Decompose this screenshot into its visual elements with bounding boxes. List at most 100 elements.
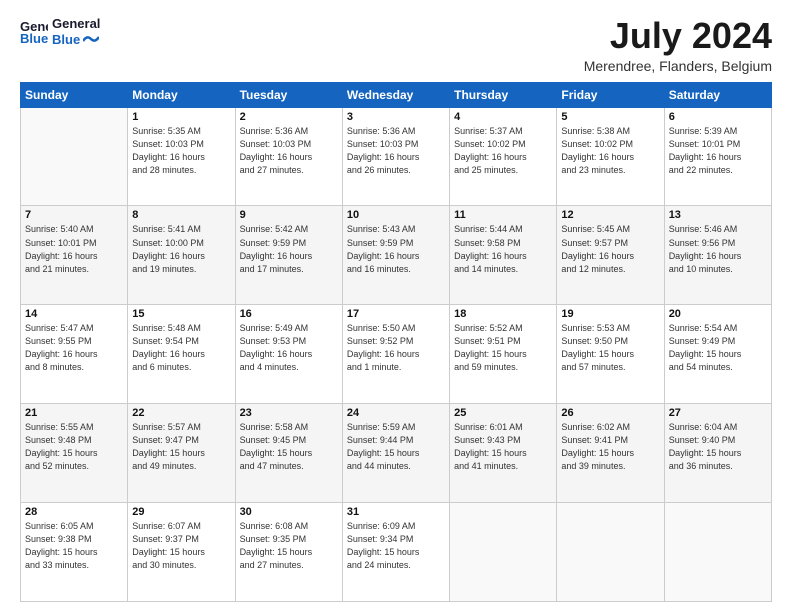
day-number: 14 — [25, 308, 123, 320]
day-number: 17 — [347, 308, 445, 320]
calendar-cell: 18 Sunrise: 5:52 AM Sunset: 9:51 PM Dayli… — [450, 305, 557, 404]
day-number: 28 — [25, 506, 123, 518]
day-info: Sunrise: 5:53 AM Sunset: 9:50 PM Dayligh… — [561, 322, 659, 374]
day-number: 13 — [669, 209, 767, 221]
day-info: Sunrise: 5:46 AM Sunset: 9:56 PM Dayligh… — [669, 223, 767, 275]
day-number: 6 — [669, 111, 767, 123]
calendar-cell — [557, 503, 664, 602]
day-number: 16 — [240, 308, 338, 320]
weekday-header: Wednesday — [342, 82, 449, 107]
calendar-week-row: 14 Sunrise: 5:47 AM Sunset: 9:55 PM Dayli… — [21, 305, 772, 404]
day-info: Sunrise: 5:57 AM Sunset: 9:47 PM Dayligh… — [132, 421, 230, 473]
calendar-cell: 20Sunrise: 5:54 AM Sunset: 9:49 PM Dayli… — [664, 305, 771, 404]
calendar-cell: 2 Sunrise: 5:36 AM Sunset: 10:03 PM Dayli… — [235, 107, 342, 206]
day-info: Sunrise: 5:47 AM Sunset: 9:55 PM Dayligh… — [25, 322, 123, 374]
calendar-cell: 24 Sunrise: 5:59 AM Sunset: 9:44 PM Dayli… — [342, 404, 449, 503]
day-info: Sunrise: 5:37 AM Sunset: 10:02 PM Daylig… — [454, 125, 552, 177]
calendar-cell: 17Sunrise: 5:50 AM Sunset: 9:52 PM Dayli… — [342, 305, 449, 404]
calendar-cell: 23Sunrise: 5:58 AM Sunset: 9:45 PM Dayli… — [235, 404, 342, 503]
title-block: July 2024 Merendree, Flanders, Belgium — [584, 16, 772, 74]
calendar-cell: 11Sunrise: 5:44 AM Sunset: 9:58 PM Dayli… — [450, 206, 557, 305]
day-number: 8 — [132, 209, 230, 221]
day-info: Sunrise: 6:04 AM Sunset: 9:40 PM Dayligh… — [669, 421, 767, 473]
calendar-week-row: 1 Sunrise: 5:35 AM Sunset: 10:03 PM Dayli… — [21, 107, 772, 206]
day-number: 31 — [347, 506, 445, 518]
day-number: 25 — [454, 407, 552, 419]
calendar-cell: 8 Sunrise: 5:41 AM Sunset: 10:00 PM Dayli… — [128, 206, 235, 305]
weekday-header: Tuesday — [235, 82, 342, 107]
day-info: Sunrise: 5:44 AM Sunset: 9:58 PM Dayligh… — [454, 223, 552, 275]
weekday-header: Friday — [557, 82, 664, 107]
day-info: Sunrise: 6:07 AM Sunset: 9:37 PM Dayligh… — [132, 520, 230, 572]
day-number: 3 — [347, 111, 445, 123]
calendar-cell: 6 Sunrise: 5:39 AM Sunset: 10:01 PM Dayli… — [664, 107, 771, 206]
calendar-cell: 4 Sunrise: 5:37 AM Sunset: 10:02 PM Dayli… — [450, 107, 557, 206]
day-number: 18 — [454, 308, 552, 320]
page: General Blue General Blue July 2024 Mere… — [0, 0, 792, 612]
calendar-cell: 26 Sunrise: 6:02 AM Sunset: 9:41 PM Dayli… — [557, 404, 664, 503]
day-info: Sunrise: 6:02 AM Sunset: 9:41 PM Dayligh… — [561, 421, 659, 473]
day-number: 4 — [454, 111, 552, 123]
calendar-cell: 21 Sunrise: 5:55 AM Sunset: 9:48 PM Dayli… — [21, 404, 128, 503]
logo-icon: General Blue — [20, 18, 48, 46]
day-number: 26 — [561, 407, 659, 419]
day-number: 30 — [240, 506, 338, 518]
day-number: 2 — [240, 111, 338, 123]
day-info: Sunrise: 5:41 AM Sunset: 10:00 PM Daylig… — [132, 223, 230, 275]
day-info: Sunrise: 5:49 AM Sunset: 9:53 PM Dayligh… — [240, 322, 338, 374]
day-number: 9 — [240, 209, 338, 221]
day-info: Sunrise: 5:35 AM Sunset: 10:03 PM Daylig… — [132, 125, 230, 177]
day-number: 27 — [669, 407, 767, 419]
day-number: 7 — [25, 209, 123, 221]
day-number: 12 — [561, 209, 659, 221]
calendar-cell — [450, 503, 557, 602]
day-number: 1 — [132, 111, 230, 123]
calendar-week-row: 7Sunrise: 5:40 AM Sunset: 10:01 PM Dayli… — [21, 206, 772, 305]
day-number: 10 — [347, 209, 445, 221]
calendar-week-row: 28 Sunrise: 6:05 AM Sunset: 9:38 PM Dayli… — [21, 503, 772, 602]
calendar-cell — [21, 107, 128, 206]
calendar-cell: 9 Sunrise: 5:42 AM Sunset: 9:59 PM Daylig… — [235, 206, 342, 305]
day-info: Sunrise: 5:59 AM Sunset: 9:44 PM Dayligh… — [347, 421, 445, 473]
day-info: Sunrise: 5:43 AM Sunset: 9:59 PM Dayligh… — [347, 223, 445, 275]
calendar-cell: 7Sunrise: 5:40 AM Sunset: 10:01 PM Dayli… — [21, 206, 128, 305]
day-info: Sunrise: 5:52 AM Sunset: 9:51 PM Dayligh… — [454, 322, 552, 374]
day-number: 19 — [561, 308, 659, 320]
calendar-cell: 27 Sunrise: 6:04 AM Sunset: 9:40 PM Dayli… — [664, 404, 771, 503]
svg-text:Blue: Blue — [20, 31, 48, 46]
weekday-header: Thursday — [450, 82, 557, 107]
day-info: Sunrise: 5:48 AM Sunset: 9:54 PM Dayligh… — [132, 322, 230, 374]
calendar-cell: 19 Sunrise: 5:53 AM Sunset: 9:50 PM Dayli… — [557, 305, 664, 404]
day-info: Sunrise: 6:09 AM Sunset: 9:34 PM Dayligh… — [347, 520, 445, 572]
calendar-cell: 13 Sunrise: 5:46 AM Sunset: 9:56 PM Dayli… — [664, 206, 771, 305]
calendar-week-row: 21 Sunrise: 5:55 AM Sunset: 9:48 PM Dayli… — [21, 404, 772, 503]
calendar-cell: 12Sunrise: 5:45 AM Sunset: 9:57 PM Dayli… — [557, 206, 664, 305]
location: Merendree, Flanders, Belgium — [584, 58, 772, 74]
calendar-cell: 30 Sunrise: 6:08 AM Sunset: 9:35 PM Dayli… — [235, 503, 342, 602]
day-number: 21 — [25, 407, 123, 419]
calendar-cell: 31 Sunrise: 6:09 AM Sunset: 9:34 PM Dayli… — [342, 503, 449, 602]
logo-general: General — [52, 16, 100, 32]
header: General Blue General Blue July 2024 Mere… — [20, 16, 772, 74]
month-title: July 2024 — [584, 16, 772, 56]
day-info: Sunrise: 6:05 AM Sunset: 9:38 PM Dayligh… — [25, 520, 123, 572]
day-number: 5 — [561, 111, 659, 123]
day-number: 15 — [132, 308, 230, 320]
day-info: Sunrise: 5:42 AM Sunset: 9:59 PM Dayligh… — [240, 223, 338, 275]
day-info: Sunrise: 5:55 AM Sunset: 9:48 PM Dayligh… — [25, 421, 123, 473]
day-number: 22 — [132, 407, 230, 419]
calendar-cell: 22 Sunrise: 5:57 AM Sunset: 9:47 PM Dayli… — [128, 404, 235, 503]
calendar-cell: 5Sunrise: 5:38 AM Sunset: 10:02 PM Dayli… — [557, 107, 664, 206]
day-info: Sunrise: 5:36 AM Sunset: 10:03 PM Daylig… — [240, 125, 338, 177]
day-info: Sunrise: 5:39 AM Sunset: 10:01 PM Daylig… — [669, 125, 767, 177]
day-info: Sunrise: 6:08 AM Sunset: 9:35 PM Dayligh… — [240, 520, 338, 572]
calendar-cell: 1 Sunrise: 5:35 AM Sunset: 10:03 PM Dayli… — [128, 107, 235, 206]
calendar-cell: 16 Sunrise: 5:49 AM Sunset: 9:53 PM Dayli… — [235, 305, 342, 404]
day-number: 29 — [132, 506, 230, 518]
weekday-header: Sunday — [21, 82, 128, 107]
logo-blue: Blue — [52, 32, 100, 48]
calendar-cell: 15 Sunrise: 5:48 AM Sunset: 9:54 PM Dayli… — [128, 305, 235, 404]
calendar-cell — [664, 503, 771, 602]
calendar-header-row: SundayMondayTuesdayWednesdayThursdayFrid… — [21, 82, 772, 107]
day-number: 24 — [347, 407, 445, 419]
